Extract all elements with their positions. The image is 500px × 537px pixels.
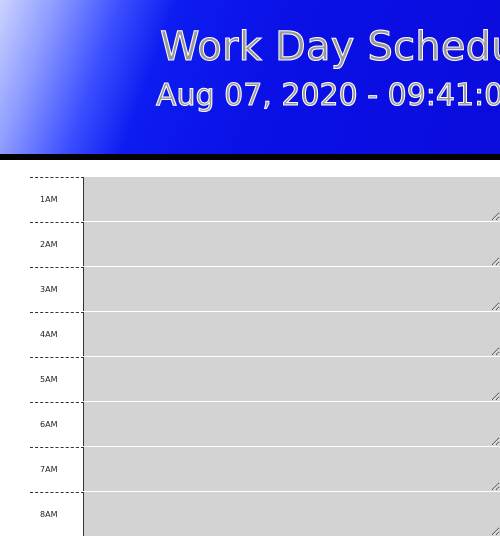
event-textarea[interactable]	[84, 402, 500, 446]
hour-label: 7AM	[30, 447, 84, 491]
event-textarea[interactable]	[84, 312, 500, 356]
time-block-row: 1AM	[30, 177, 500, 222]
event-textarea[interactable]	[84, 177, 500, 221]
schedule-container: 1AM 2AM 3AM 4AM 5AM 6AM 7AM 8AM	[30, 177, 500, 537]
event-textarea[interactable]	[84, 357, 500, 401]
time-block-row: 4AM	[30, 312, 500, 357]
hour-label: 4AM	[30, 312, 84, 356]
time-block-row: 8AM	[30, 492, 500, 537]
hour-label: 2AM	[30, 222, 84, 266]
event-textarea[interactable]	[84, 447, 500, 491]
time-block-row: 3AM	[30, 267, 500, 312]
hour-label: 3AM	[30, 267, 84, 311]
time-block-row: 2AM	[30, 222, 500, 267]
time-block-row: 6AM	[30, 402, 500, 447]
event-textarea[interactable]	[84, 222, 500, 266]
time-block-row: 7AM	[30, 447, 500, 492]
header-divider	[0, 154, 500, 160]
hour-label: 6AM	[30, 402, 84, 446]
current-datetime: Aug 07, 2020 - 09:41:00PM	[155, 78, 500, 114]
hour-label: 1AM	[30, 177, 84, 221]
hour-label: 8AM	[30, 492, 84, 536]
hour-label: 5AM	[30, 357, 84, 401]
page-title: Work Day Schedule	[160, 24, 500, 71]
page-header: Work Day Schedule Aug 07, 2020 - 09:41:0…	[0, 0, 500, 154]
time-block-row: 5AM	[30, 357, 500, 402]
event-textarea[interactable]	[84, 492, 500, 536]
event-textarea[interactable]	[84, 267, 500, 311]
